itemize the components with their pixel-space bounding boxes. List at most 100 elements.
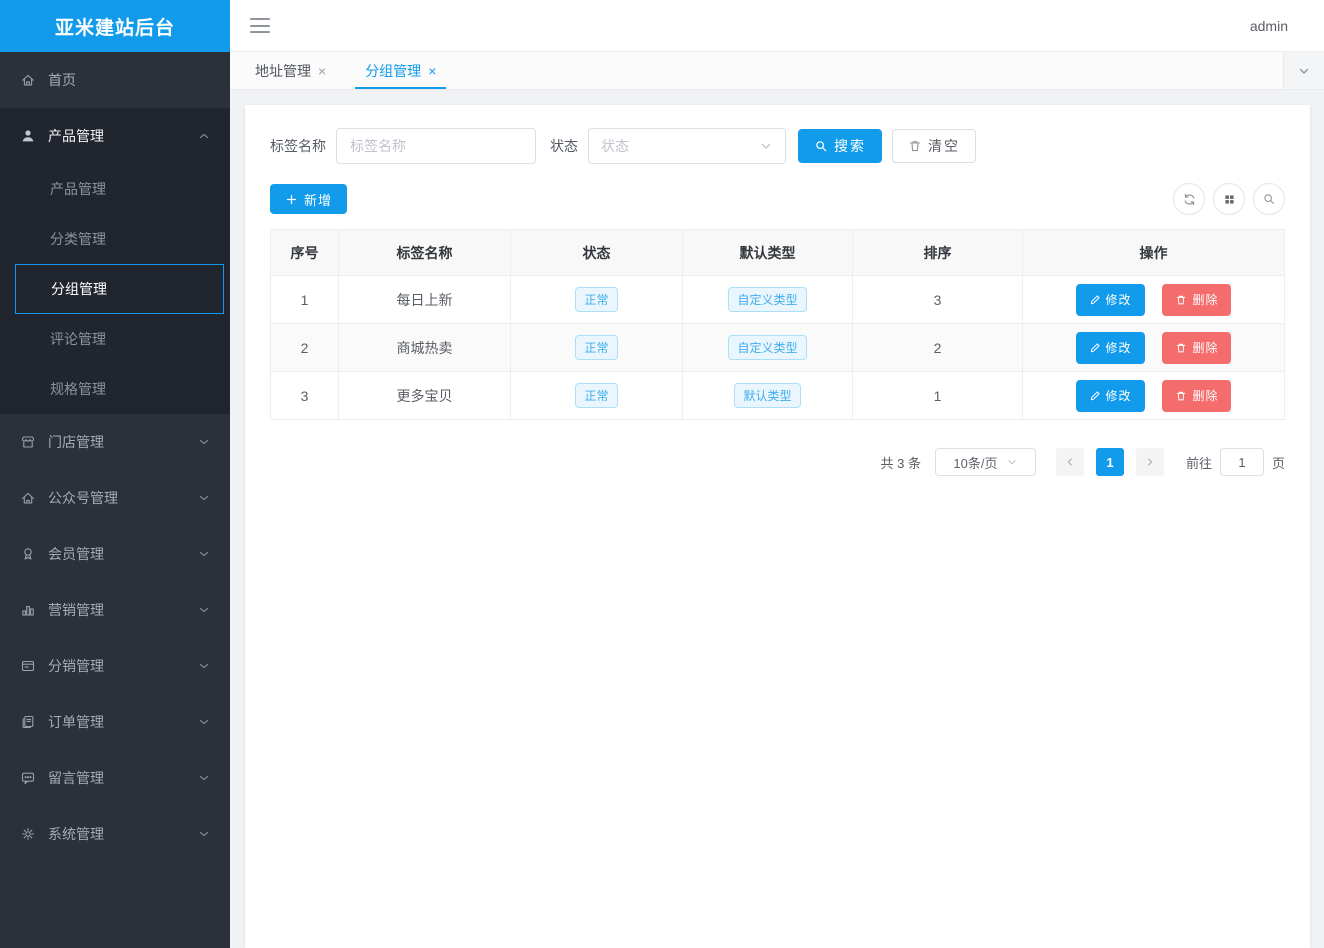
sidebar-item-label: 门店管理 (48, 432, 104, 452)
tabs-dropdown-button[interactable] (1283, 52, 1324, 89)
pencil-icon (1089, 342, 1101, 354)
sidebar-item-system[interactable]: 系统管理 (0, 806, 230, 862)
edit-button[interactable]: 修改 (1076, 332, 1145, 364)
chevron-right-icon (1144, 456, 1156, 468)
chevron-up-icon (198, 130, 210, 142)
sidebar-item-member[interactable]: 会员管理 (0, 526, 230, 582)
subitem-label: 产品管理 (50, 179, 106, 199)
page-unit-label: 页 (1272, 453, 1285, 472)
delete-button-label: 删除 (1192, 291, 1218, 308)
cell-index: 2 (271, 324, 339, 372)
sidebar-item-label: 分销管理 (48, 656, 104, 676)
table-header-row: 序号 标签名称 状态 默认类型 排序 操作 (271, 230, 1285, 276)
bar-chart-icon (20, 602, 36, 618)
sidebar-item-label: 产品管理 (48, 126, 104, 146)
page-size-value: 10条/页 (953, 453, 997, 472)
delete-button[interactable]: 删除 (1162, 332, 1231, 364)
prev-page-button[interactable] (1056, 448, 1084, 476)
col-name: 标签名称 (339, 230, 511, 276)
sidebar-item-product-management[interactable]: 产品管理 (0, 108, 230, 164)
status-badge: 正常 (575, 383, 617, 408)
sidebar-item-official-account[interactable]: 公众号管理 (0, 470, 230, 526)
tab-group[interactable]: 分组管理 × (355, 52, 446, 89)
delete-button[interactable]: 删除 (1162, 284, 1231, 316)
close-icon[interactable]: × (318, 64, 326, 78)
app-title: 亚米建站后台 (0, 0, 230, 52)
search-button[interactable]: 搜索 (798, 129, 882, 163)
type-badge: 自定义类型 (728, 335, 806, 360)
chevron-left-icon (1064, 456, 1076, 468)
delete-button[interactable]: 删除 (1162, 380, 1231, 412)
next-page-button[interactable] (1136, 448, 1164, 476)
edit-button-label: 修改 (1106, 387, 1132, 404)
trash-icon (1175, 294, 1187, 306)
name-filter-input[interactable] (336, 128, 536, 164)
add-button-label: 新增 (304, 190, 332, 209)
subitem-label: 评论管理 (50, 329, 106, 349)
status-filter-select[interactable]: 状态 (588, 128, 786, 164)
pagination-total: 共 3 条 (881, 453, 921, 472)
sidebar-item-distribution[interactable]: 分销管理 (0, 638, 230, 694)
clear-button[interactable]: 清空 (892, 129, 976, 163)
refresh-icon (1182, 192, 1197, 207)
col-actions: 操作 (1023, 230, 1285, 276)
sidebar-subitem-spec[interactable]: 规格管理 (0, 364, 230, 414)
chevron-down-icon (198, 492, 210, 504)
page-size-select[interactable]: 10条/页 (935, 448, 1036, 476)
edit-button[interactable]: 修改 (1076, 284, 1145, 316)
user-icon (20, 128, 36, 144)
storefront-icon (20, 434, 36, 450)
edit-button[interactable]: 修改 (1076, 380, 1145, 412)
delete-button-label: 删除 (1192, 387, 1218, 404)
sidebar-item-home[interactable]: 首页 (0, 52, 230, 108)
chevron-down-icon (1297, 64, 1311, 78)
sidebar-subitem-product[interactable]: 产品管理 (0, 164, 230, 214)
goto-page-input[interactable] (1220, 448, 1264, 476)
grid-icon (1223, 193, 1236, 206)
trash-icon (908, 139, 922, 153)
gear-icon (20, 826, 36, 842)
cell-sort: 1 (853, 372, 1023, 420)
cell-name: 商城热卖 (339, 324, 511, 372)
tab-label: 地址管理 (255, 61, 311, 81)
cell-index: 1 (271, 276, 339, 324)
delete-button-label: 删除 (1192, 339, 1218, 356)
page-number-current[interactable]: 1 (1096, 448, 1124, 476)
pencil-icon (1089, 294, 1101, 306)
name-filter-label: 标签名称 (270, 136, 326, 156)
chevron-down-icon (1006, 456, 1018, 468)
sidebar-subitem-category[interactable]: 分类管理 (0, 214, 230, 264)
status-badge: 正常 (575, 287, 617, 312)
chevron-down-icon (759, 139, 773, 153)
sidebar-subitem-comment[interactable]: 评论管理 (0, 314, 230, 364)
col-sort: 排序 (853, 230, 1023, 276)
sidebar-section-product: 产品管理 产品管理 分类管理 分组管理 评论管理 规格管理 (0, 108, 230, 414)
sidebar-item-message[interactable]: 留言管理 (0, 750, 230, 806)
sidebar-item-marketing[interactable]: 营销管理 (0, 582, 230, 638)
tab-address[interactable]: 地址管理 × (245, 52, 336, 89)
add-button[interactable]: 新增 (270, 184, 347, 214)
col-index: 序号 (271, 230, 339, 276)
refresh-button[interactable] (1173, 183, 1205, 215)
chevron-down-icon (198, 548, 210, 560)
subitem-label: 规格管理 (50, 379, 106, 399)
menu-toggle-button[interactable] (250, 18, 270, 33)
search-toggle-button[interactable] (1253, 183, 1285, 215)
main-area: admin 地址管理 × 分组管理 × 标签名称 状态 状态 (230, 0, 1324, 948)
column-settings-button[interactable] (1213, 183, 1245, 215)
chevron-down-icon (198, 772, 210, 784)
home-icon (20, 72, 36, 88)
sidebar-subitem-group[interactable]: 分组管理 (15, 264, 224, 314)
close-icon[interactable]: × (428, 64, 436, 78)
sidebar-item-label: 首页 (48, 70, 76, 90)
table-toolbar: 新增 (270, 183, 1285, 215)
data-table: 序号 标签名称 状态 默认类型 排序 操作 1 每日上新 正常 自定义类型 3 (270, 229, 1285, 420)
status-filter-label: 状态 (550, 136, 578, 156)
subitem-label: 分组管理 (51, 279, 107, 299)
user-name[interactable]: admin (1250, 18, 1288, 34)
sidebar-item-order[interactable]: 订单管理 (0, 694, 230, 750)
sidebar-item-store[interactable]: 门店管理 (0, 414, 230, 470)
table-row: 2 商城热卖 正常 自定义类型 2 修改 删除 (271, 324, 1285, 372)
document-icon (20, 714, 36, 730)
edit-button-label: 修改 (1106, 339, 1132, 356)
